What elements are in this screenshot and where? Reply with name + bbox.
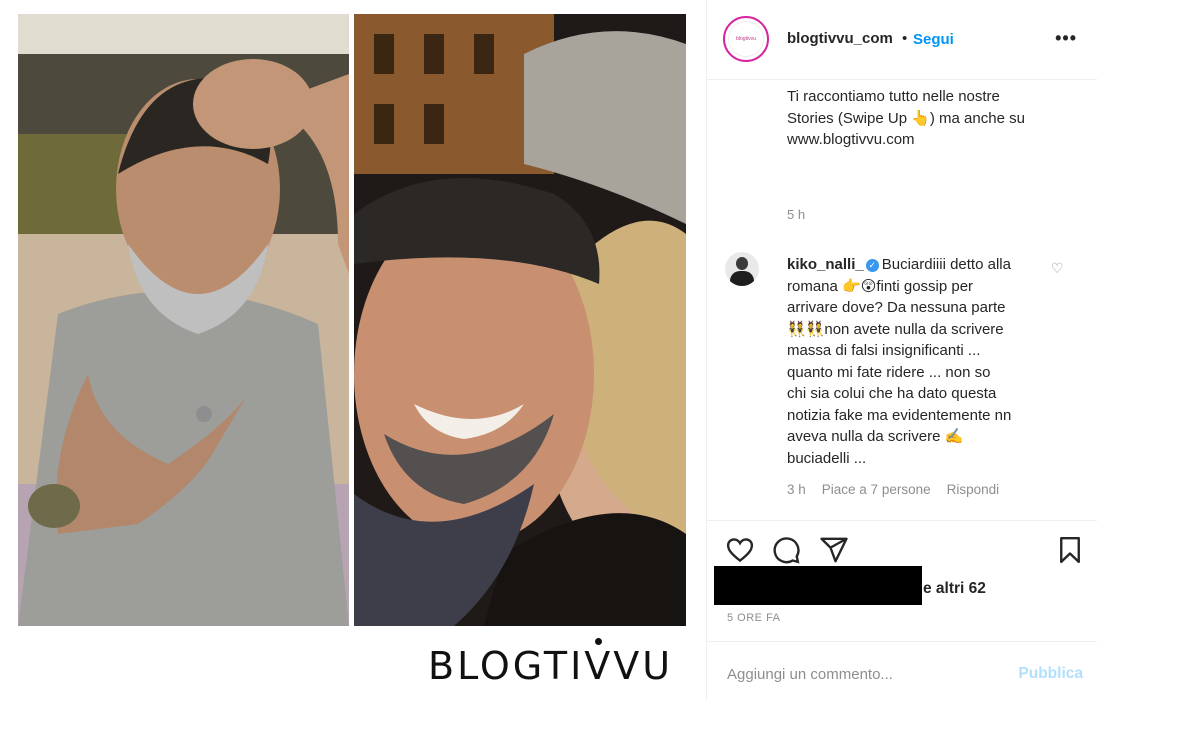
- avatar-logo: blogtivvu: [728, 21, 764, 57]
- avatar-head-shape: [736, 257, 748, 270]
- caption-line: Stories (Swipe Up 👆) ma anche su: [787, 109, 1025, 127]
- post-sidebar: blogtivvu blogtivvu_com • Segui ••• Ti r…: [706, 0, 1097, 700]
- account-username-link[interactable]: blogtivvu_com: [787, 30, 893, 47]
- watermark-text: BLOGTIVVU: [428, 644, 674, 688]
- comment-text: kiko_nalli_ ✓ Buciardiiii detto alla roman…: [787, 254, 1052, 469]
- more-options-icon[interactable]: •••: [1055, 28, 1077, 49]
- comment-likes-count[interactable]: Piace a 7 persone: [822, 482, 931, 497]
- caption-link[interactable]: www.blogtivvu.com: [787, 129, 1057, 151]
- commenter-username-link[interactable]: kiko_nalli_: [787, 256, 864, 273]
- post-caption: Ti raccontiamo tutto nelle nostre Storie…: [787, 86, 1057, 151]
- comment-line: 👯👯non avete nulla da scrivere: [787, 320, 1004, 338]
- header-separator: •: [902, 30, 908, 47]
- comment-line: chi sia colui che ha dato questa: [787, 385, 997, 402]
- watermark-dot-icon: [595, 638, 602, 645]
- likes-count-link[interactable]: e altri 62: [923, 580, 986, 598]
- comment-like-heart-icon[interactable]: ♡: [1051, 260, 1064, 277]
- photo-man-gesturing: [18, 14, 349, 626]
- comment-meta: 3 h Piace a 7 persone Rispondi: [787, 482, 999, 497]
- photo-couple-selfie: [354, 14, 686, 626]
- account-avatar[interactable]: blogtivvu: [723, 16, 769, 62]
- comment-line: quanto mi fate ridere ... non so: [787, 363, 991, 381]
- publish-button[interactable]: Pubblica: [1018, 665, 1083, 683]
- reply-button[interactable]: Rispondi: [947, 482, 1000, 497]
- follow-button[interactable]: Segui: [913, 31, 954, 48]
- add-comment-bar: Aggiungi un commento... Pubblica: [707, 641, 1097, 700]
- save-bookmark-icon[interactable]: [1055, 535, 1085, 565]
- redacted-likers-box: [714, 566, 922, 605]
- comment-line: romana 👉😲finti gossip per: [787, 277, 974, 295]
- caption-timestamp[interactable]: 5 h: [787, 207, 805, 222]
- add-comment-input[interactable]: Aggiungi un commento...: [727, 666, 893, 683]
- comment-bubble-icon[interactable]: [771, 535, 801, 565]
- comment-line: Buciardiiii detto alla: [881, 256, 1011, 273]
- verified-badge-icon: ✓: [865, 259, 879, 272]
- post-timestamp[interactable]: 5 ORE FA: [727, 612, 781, 624]
- share-paper-plane-icon[interactable]: [819, 535, 849, 565]
- comment-line: notizia fake ma evidentemente nn: [787, 406, 1012, 424]
- comment-line: massa di falsi insignificanti ...: [787, 342, 981, 359]
- commenter-avatar[interactable]: [725, 252, 759, 286]
- caption-line: Ti raccontiamo tutto nelle nostre: [787, 88, 1000, 105]
- comment-line: arrivare dove? Da nessuna parte: [787, 299, 1006, 316]
- comment-line: buciadelli ...: [787, 449, 867, 467]
- like-heart-icon[interactable]: [725, 535, 755, 565]
- comment-timestamp[interactable]: 3 h: [787, 482, 806, 497]
- avatar-body-shape: [730, 271, 754, 286]
- post-media[interactable]: BLOGTIVVU: [0, 0, 706, 730]
- blogtivvu-watermark: BLOGTIVVU: [428, 638, 673, 688]
- comment-line: aveva nulla da scrivere ✍️: [787, 428, 964, 445]
- post-header: blogtivvu blogtivvu_com • Segui •••: [707, 0, 1097, 80]
